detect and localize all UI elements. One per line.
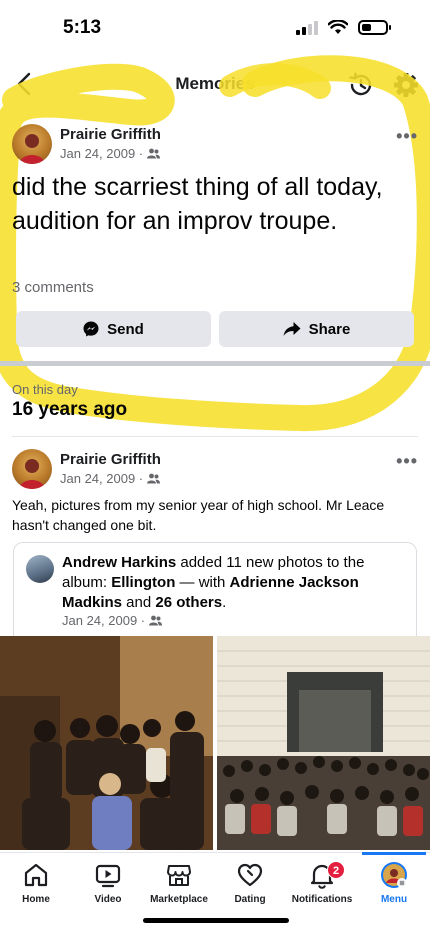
memory-post-text: did the scarriest thing of all today, au… bbox=[12, 173, 383, 235]
tagged-others[interactable]: 26 others bbox=[155, 594, 222, 611]
tab-label: Menu bbox=[380, 894, 408, 905]
friends-icon bbox=[149, 615, 163, 626]
photo-post-text: Yeah, pictures from my senior year of hi… bbox=[12, 497, 385, 533]
share-icon bbox=[283, 322, 301, 336]
wifi-icon bbox=[328, 20, 348, 34]
years-ago-heading: 16 years ago bbox=[12, 399, 128, 420]
shared-date: Jan 24, 2009 · bbox=[62, 613, 146, 628]
shared-album-text: Andrew Harkins added 11 new photos to th… bbox=[62, 554, 365, 611]
section-divider bbox=[0, 361, 430, 366]
shared-author[interactable]: Andrew Harkins bbox=[62, 554, 176, 571]
nav-bar: Memories bbox=[0, 62, 430, 108]
album-photo[interactable] bbox=[0, 636, 213, 850]
shared-meta: Jan 24, 2009 · bbox=[62, 613, 163, 628]
marketplace-icon bbox=[167, 865, 191, 886]
post-author[interactable]: Prairie Griffith bbox=[60, 126, 161, 143]
avatar-icon bbox=[381, 862, 407, 888]
status-bar: 5:13 bbox=[0, 0, 430, 60]
avatar[interactable] bbox=[12, 449, 52, 489]
post-date: Jan 24, 2009 · bbox=[60, 146, 144, 161]
dating-icon bbox=[237, 863, 263, 887]
more-options-icon[interactable]: ••• bbox=[396, 126, 418, 147]
memory-post-header: Prairie Griffith Jan 24, 2009 · ••• bbox=[12, 124, 418, 168]
divider bbox=[12, 436, 418, 437]
gear-icon[interactable] bbox=[391, 70, 421, 100]
photo-post-header: Prairie Griffith Jan 24, 2009 · ••• bbox=[12, 449, 418, 493]
home-indicator bbox=[143, 918, 289, 923]
post-author[interactable]: Prairie Griffith bbox=[60, 451, 161, 468]
notification-badge: 2 bbox=[327, 861, 345, 879]
send-label: Send bbox=[107, 320, 144, 338]
friends-icon bbox=[147, 148, 161, 159]
avatar[interactable] bbox=[12, 124, 52, 164]
more-options-icon[interactable]: ••• bbox=[396, 451, 418, 472]
post-meta: Jan 24, 2009 · bbox=[60, 471, 161, 486]
avatar[interactable] bbox=[26, 555, 54, 583]
signal-icon bbox=[296, 20, 318, 35]
post-date: Jan 24, 2009 · bbox=[60, 471, 144, 486]
active-tab-indicator bbox=[362, 852, 426, 855]
friends-icon bbox=[147, 473, 161, 484]
history-icon[interactable] bbox=[346, 70, 376, 100]
post-meta: Jan 24, 2009 · bbox=[60, 146, 161, 161]
status-time: 5:13 bbox=[63, 17, 102, 38]
comments-count[interactable]: 3 comments bbox=[12, 279, 94, 296]
share-button[interactable]: Share bbox=[219, 311, 414, 347]
battery-icon bbox=[358, 20, 391, 35]
home-icon bbox=[24, 863, 48, 887]
on-this-day-label: On this day bbox=[12, 382, 78, 397]
send-button[interactable]: Send bbox=[16, 311, 211, 347]
tab-menu[interactable]: Menu bbox=[351, 861, 430, 921]
messenger-icon bbox=[83, 321, 99, 337]
video-icon bbox=[95, 864, 121, 888]
album-name[interactable]: Ellington bbox=[111, 574, 175, 591]
album-photo[interactable] bbox=[217, 636, 430, 850]
share-label: Share bbox=[308, 320, 351, 338]
status-icons bbox=[296, 20, 391, 35]
